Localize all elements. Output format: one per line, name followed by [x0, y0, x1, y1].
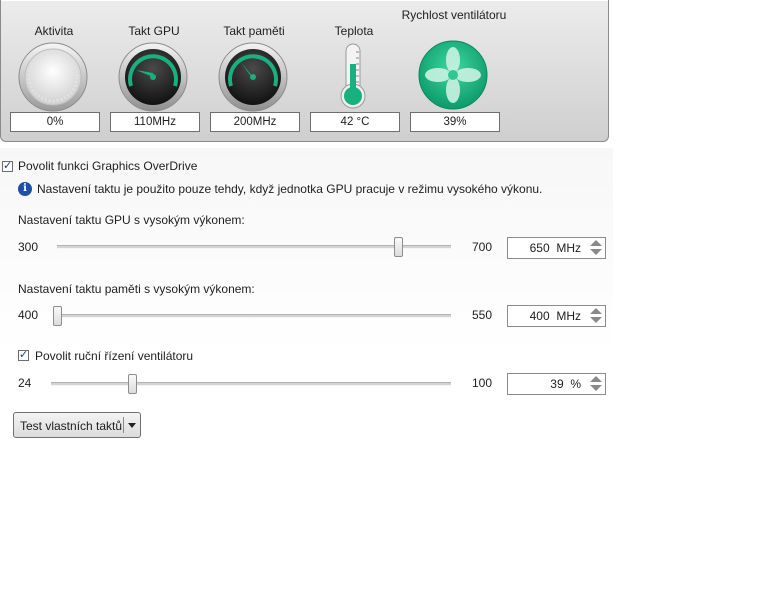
- gpu-clock-slider-thumb[interactable]: [393, 237, 403, 257]
- gauge-gpu-clock-title: Takt GPU: [128, 24, 180, 38]
- gpu-clock-stepper-buttons[interactable]: [589, 239, 603, 257]
- memory-clock-slider-thumb[interactable]: [53, 306, 62, 326]
- gpu-clock-stepper-value[interactable]: 650 MHz: [530, 241, 581, 255]
- memory-clock-min: 400: [18, 308, 39, 322]
- gpu-clock-label: Nastavení taktu GPU s vysokým výkonem:: [18, 213, 245, 227]
- gauge-temperature-value: 42 °C: [310, 112, 400, 132]
- gauge-fan-speed-title: Rychlost ventilátoru: [401, 8, 507, 22]
- fan-manual-label[interactable]: Povolit ruční řízení ventilátoru: [35, 349, 193, 363]
- gauge-temperature-title: Teplota: [334, 24, 374, 38]
- gpu-clock-stepper[interactable]: 650 MHz: [507, 237, 606, 259]
- decrement-arrow-icon[interactable]: [590, 249, 602, 255]
- fan-speed-stepper-value[interactable]: 39 %: [550, 377, 581, 391]
- decrement-arrow-icon[interactable]: [590, 385, 602, 391]
- fan-speed-stepper[interactable]: 39 %: [507, 373, 606, 395]
- gauge-activity-value: 0%: [10, 112, 100, 132]
- memory-clock-max: 550: [472, 308, 493, 322]
- fan-speed-slider-thumb[interactable]: [128, 374, 138, 394]
- fan-speed-max: 100: [472, 376, 493, 390]
- test-custom-clocks-button[interactable]: Test vlastních taktů: [13, 412, 141, 438]
- increment-arrow-icon[interactable]: [590, 240, 602, 246]
- gauge-temperature: Teplota 42 °C: [306, 0, 402, 141]
- gpu-clock-min: 300: [18, 240, 39, 254]
- increment-arrow-icon[interactable]: [590, 308, 602, 314]
- overdrive-enable-label[interactable]: Povolit funkci Graphics OverDrive: [18, 159, 197, 173]
- fan-speed-min: 24: [18, 376, 32, 390]
- fan-speed-slider-track[interactable]: [51, 382, 451, 386]
- split-divider: [123, 417, 124, 433]
- gauge-fan-speed-value: 39%: [410, 112, 500, 132]
- decrement-arrow-icon[interactable]: [590, 317, 602, 323]
- test-custom-clocks-label[interactable]: Test vlastních taktů: [20, 419, 122, 433]
- increment-arrow-icon[interactable]: [590, 376, 602, 382]
- gauge-activity: Aktivita 0%: [6, 0, 102, 141]
- info-text: Nastavení taktu je použito pouze tehdy, …: [37, 182, 543, 196]
- gauge-gpu-clock-value: 110MHz: [110, 112, 200, 132]
- memory-clock-stepper-buttons[interactable]: [589, 307, 603, 325]
- memory-clock-slider-track[interactable]: [53, 314, 451, 318]
- overdrive-enable-checkbox[interactable]: [2, 159, 13, 172]
- gauge-panel: Aktivita 0% Takt GPU 110MHz Takt paměti …: [0, 0, 609, 142]
- gpu-clock-max: 700: [472, 240, 493, 254]
- thermometer-icon: [318, 42, 388, 112]
- gpu-clock-slider-track[interactable]: [57, 245, 451, 249]
- memory-clock-stepper[interactable]: 400 MHz: [507, 305, 606, 327]
- speedometer-icon: [218, 42, 288, 112]
- speedometer-icon: [118, 42, 188, 112]
- gauge-fan-speed: Rychlost ventilátoru 39%: [402, 0, 506, 141]
- dropdown-arrow-icon[interactable]: [128, 423, 136, 428]
- gauge-gpu-clock: Takt GPU 110MHz: [106, 0, 202, 141]
- gauge-memory-clock-value: 200MHz: [210, 112, 300, 132]
- fan-icon: [418, 40, 488, 110]
- memory-clock-stepper-value[interactable]: 400 MHz: [530, 309, 581, 323]
- dial-gauge-icon: [18, 42, 88, 112]
- info-icon: i: [18, 182, 32, 196]
- gauge-memory-clock-title: Takt paměti: [223, 24, 285, 38]
- gauge-memory-clock: Takt paměti 200MHz: [206, 0, 302, 141]
- memory-clock-label: Nastavení taktu paměti s vysokým výkonem…: [18, 282, 255, 296]
- fan-speed-stepper-buttons[interactable]: [589, 375, 603, 393]
- fan-manual-checkbox[interactable]: [18, 348, 29, 361]
